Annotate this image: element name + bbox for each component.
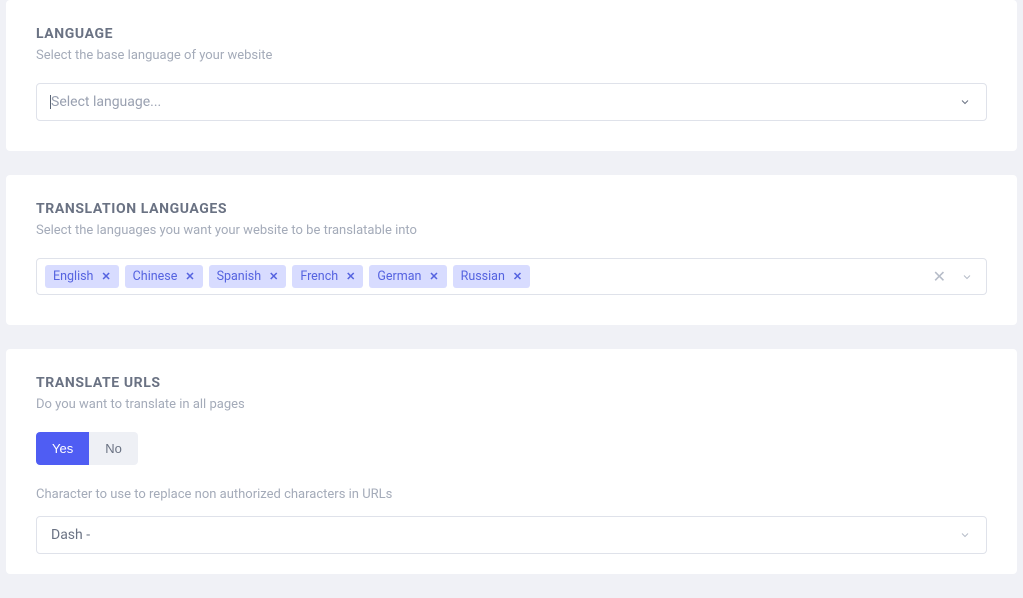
translation-desc: Select the languages you want your websi…: [36, 223, 987, 238]
text-cursor: [50, 95, 51, 109]
translate-toggle: Yes No: [36, 432, 138, 465]
tag-label: Chinese: [133, 269, 178, 284]
replacement-char-select[interactable]: Dash -: [36, 516, 987, 554]
remove-tag-icon[interactable]: ✕: [269, 271, 278, 282]
clear-all-icon[interactable]: ✕: [933, 269, 946, 285]
replacement-char-value: Dash -: [51, 527, 90, 543]
translate-urls-card: TRANSLATE URLS Do you want to translate …: [6, 349, 1017, 574]
language-tag[interactable]: French ✕: [292, 265, 363, 288]
remove-tag-icon[interactable]: ✕: [185, 271, 194, 282]
multiselect-actions: ✕: [933, 269, 978, 285]
toggle-yes-button[interactable]: Yes: [36, 432, 89, 465]
tag-label: Spanish: [217, 269, 262, 284]
tag-label: German: [377, 269, 421, 284]
language-title: LANGUAGE: [36, 26, 987, 42]
language-card: LANGUAGE Select the base language of you…: [6, 0, 1017, 151]
chevron-down-icon: [958, 528, 972, 542]
language-select-placeholder: Select language...: [51, 94, 161, 110]
replacement-char-label: Character to use to replace non authoriz…: [36, 487, 987, 502]
urls-desc: Do you want to translate in all pages: [36, 397, 987, 412]
translation-title: TRANSLATION LANGUAGES: [36, 201, 987, 217]
language-tag[interactable]: Spanish ✕: [209, 265, 287, 288]
remove-tag-icon[interactable]: ✕: [429, 271, 438, 282]
language-tag[interactable]: English ✕: [45, 265, 119, 288]
toggle-no-button[interactable]: No: [89, 432, 138, 465]
language-placeholder-text: Select language...: [51, 94, 161, 110]
language-desc: Select the base language of your website: [36, 48, 987, 63]
chevron-down-icon[interactable]: [960, 270, 974, 284]
language-tag[interactable]: Russian ✕: [453, 265, 530, 288]
remove-tag-icon[interactable]: ✕: [346, 271, 355, 282]
remove-tag-icon[interactable]: ✕: [101, 271, 110, 282]
tag-label: English: [53, 269, 93, 284]
translation-card: TRANSLATION LANGUAGES Select the languag…: [6, 175, 1017, 325]
chevron-down-icon: [958, 95, 972, 109]
language-select[interactable]: Select language...: [36, 83, 987, 121]
language-tag[interactable]: German ✕: [369, 265, 446, 288]
translation-multiselect[interactable]: English ✕ Chinese ✕ Spanish ✕ French ✕ G…: [36, 258, 987, 295]
tag-label: Russian: [461, 269, 505, 284]
language-tag[interactable]: Chinese ✕: [125, 265, 203, 288]
urls-title: TRANSLATE URLS: [36, 375, 987, 391]
remove-tag-icon[interactable]: ✕: [513, 271, 522, 282]
translation-tags: English ✕ Chinese ✕ Spanish ✕ French ✕ G…: [45, 265, 933, 288]
tag-label: French: [300, 269, 338, 284]
